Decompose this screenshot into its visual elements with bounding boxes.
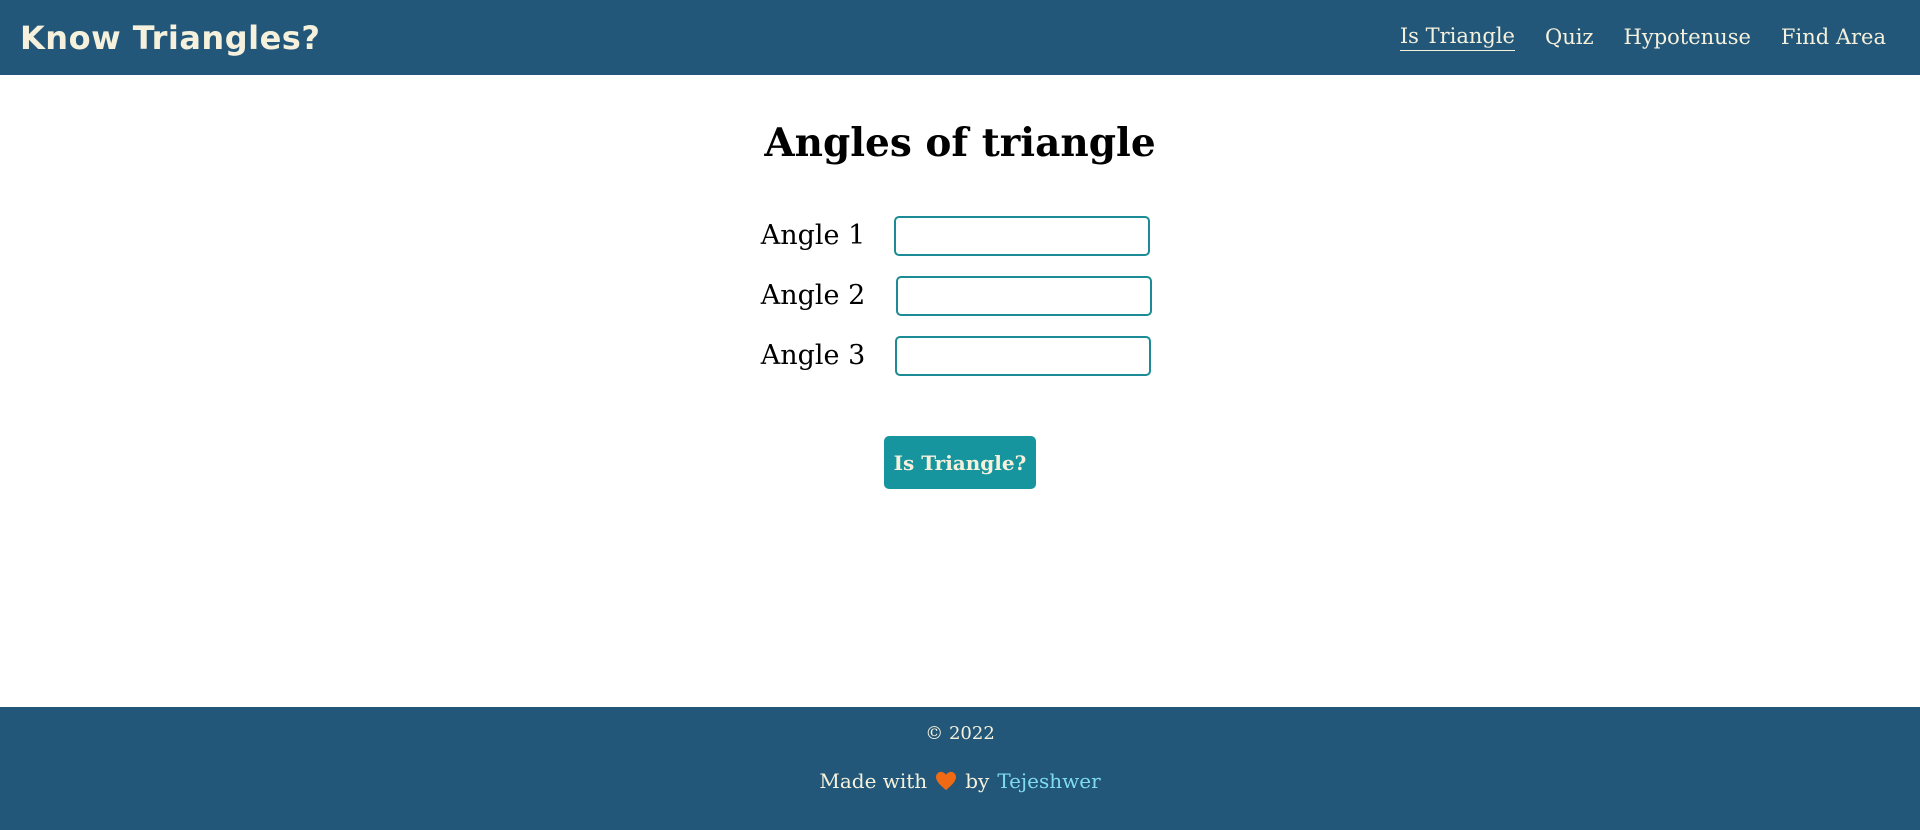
footer: © 2022 Made with by Tejeshwer xyxy=(0,707,1920,830)
page-title: Angles of triangle xyxy=(764,120,1156,166)
nav-link-quiz[interactable]: Quiz xyxy=(1545,25,1594,51)
angle-1-input[interactable] xyxy=(894,216,1150,256)
made-with-text: Made with xyxy=(819,769,928,793)
angle-3-row: Angle 3 xyxy=(0,336,1920,376)
is-triangle-button[interactable]: Is Triangle? xyxy=(884,436,1036,489)
nav-link-is-triangle[interactable]: Is Triangle xyxy=(1399,24,1515,51)
heart-icon xyxy=(935,771,957,791)
by-text: by xyxy=(965,769,990,793)
author-link[interactable]: Tejeshwer xyxy=(997,769,1100,793)
made-with-line: Made with by Tejeshwer xyxy=(0,769,1920,793)
angle-3-input[interactable] xyxy=(895,336,1151,376)
angle-2-row: Angle 2 xyxy=(0,276,1920,316)
angle-2-input[interactable] xyxy=(896,276,1152,316)
main-content: Angles of triangle Angle 1 Angle 2 Angle… xyxy=(0,75,1920,707)
angle-1-row: Angle 1 xyxy=(0,216,1920,256)
nav-link-hypotenuse[interactable]: Hypotenuse xyxy=(1624,25,1751,51)
angle-3-label: Angle 3 xyxy=(760,340,866,371)
nav-links: Is Triangle Quiz Hypotenuse Find Area xyxy=(1399,24,1886,51)
copyright-text: © 2022 xyxy=(925,723,995,744)
nav-link-find-area[interactable]: Find Area xyxy=(1781,25,1886,51)
navbar: Know Triangles? Is Triangle Quiz Hypoten… xyxy=(0,0,1920,75)
brand-title[interactable]: Know Triangles? xyxy=(20,19,320,57)
angle-1-label: Angle 1 xyxy=(760,220,866,251)
angle-2-label: Angle 2 xyxy=(760,280,866,311)
